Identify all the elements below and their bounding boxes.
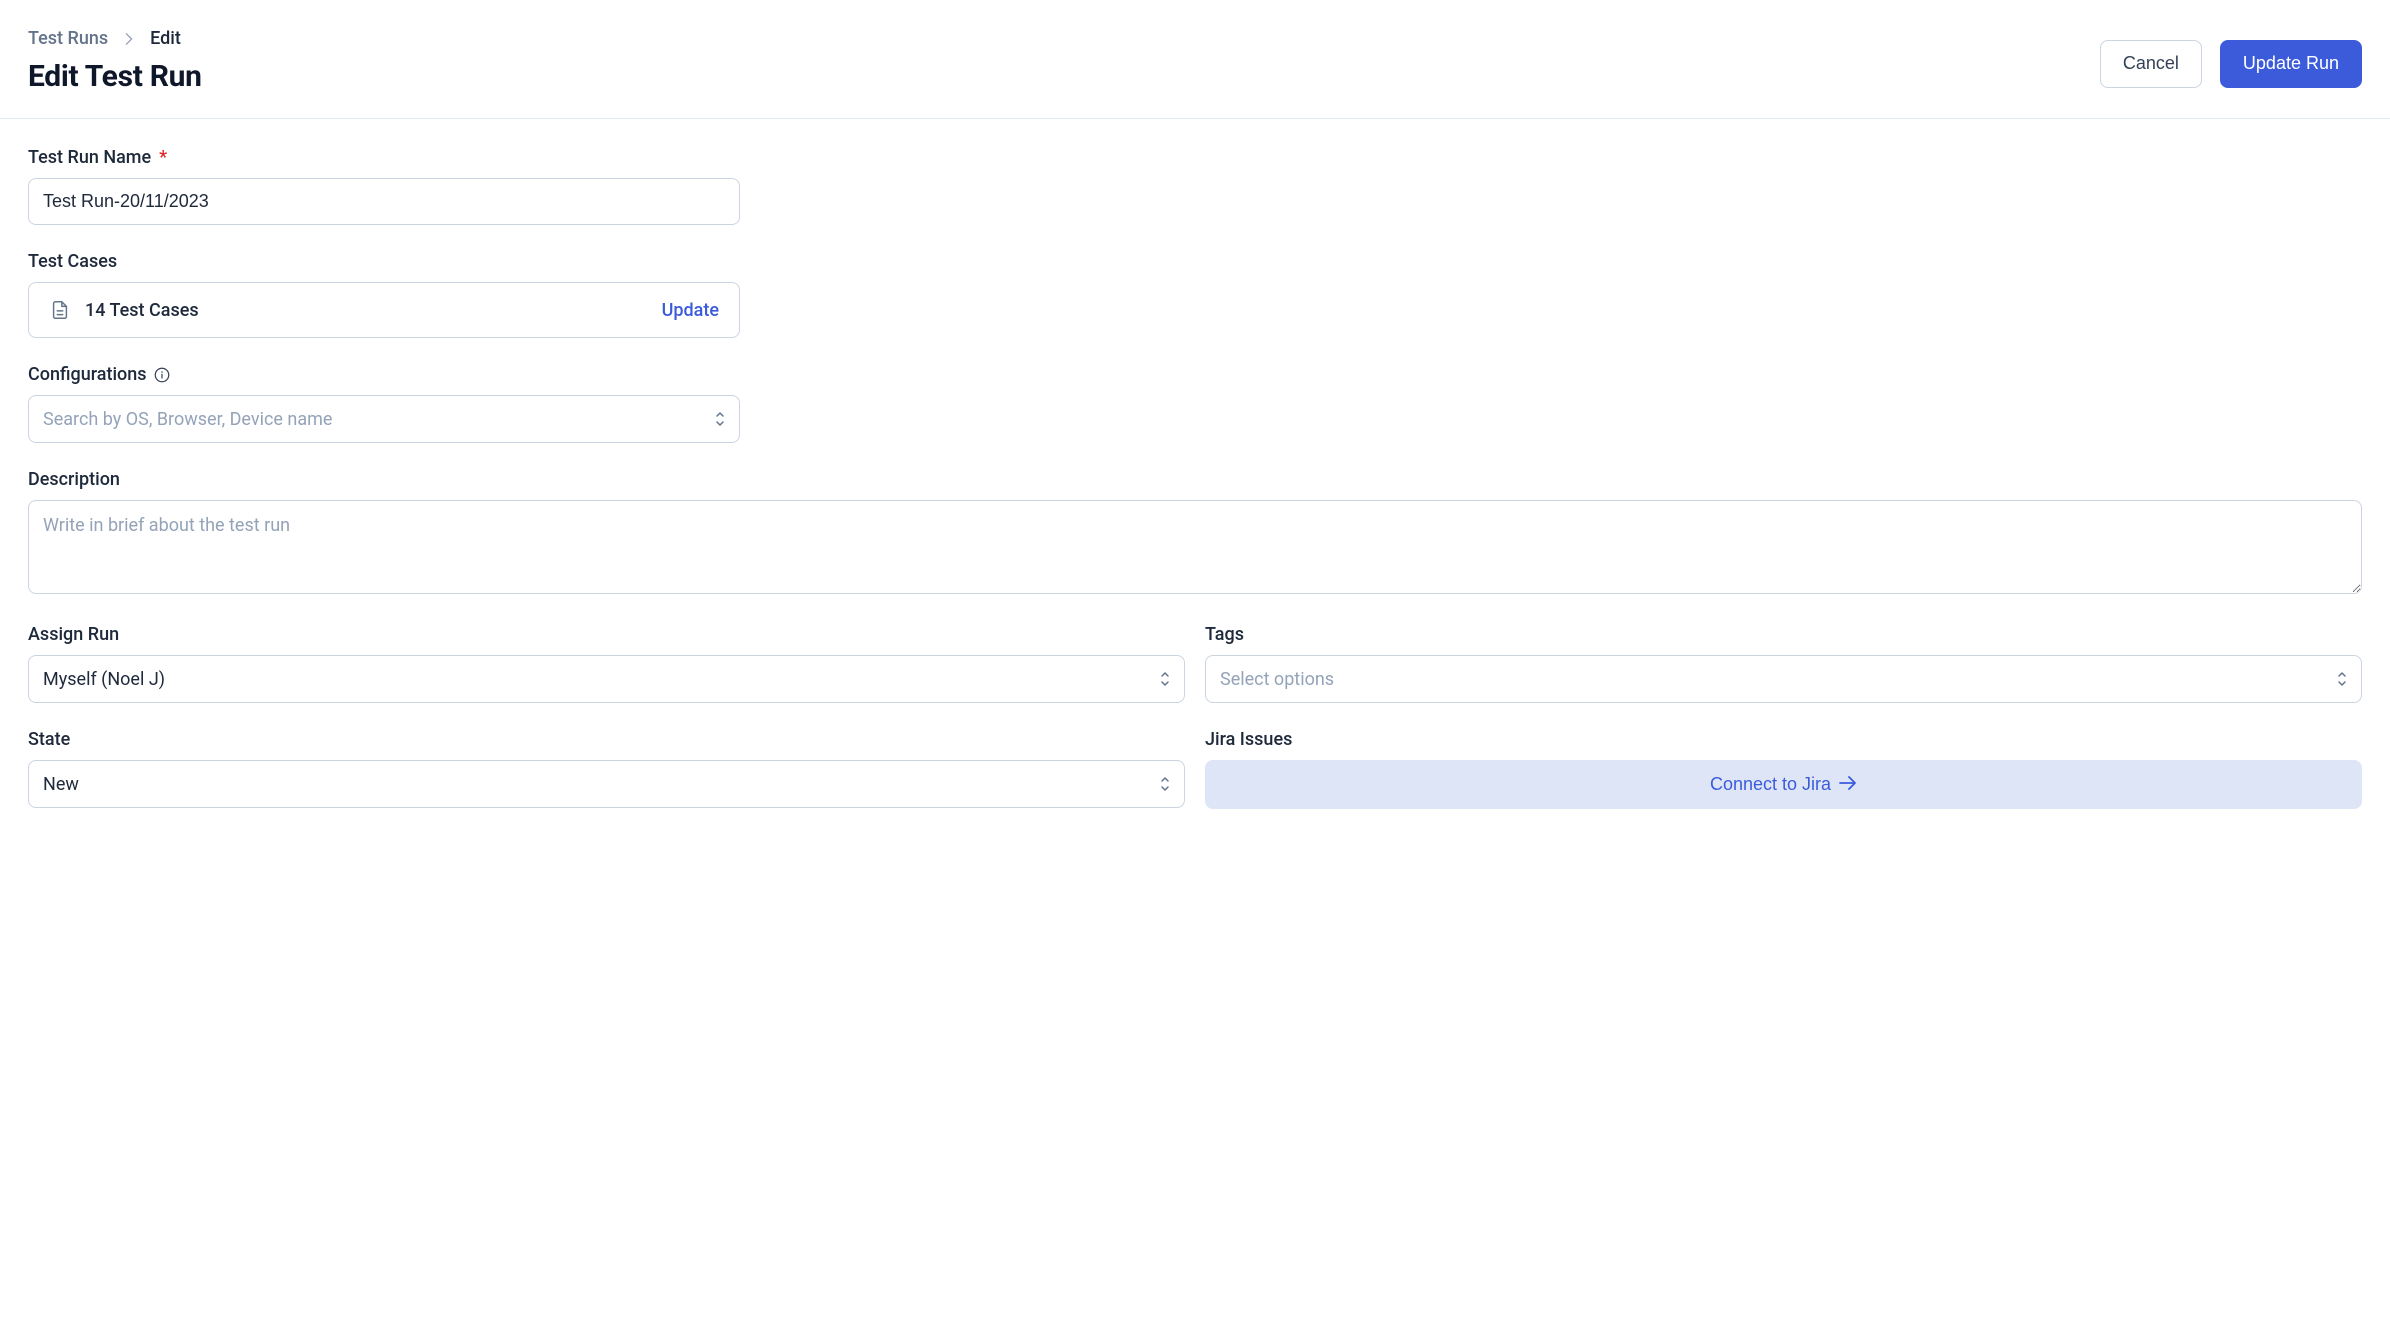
- field-description: Description: [28, 469, 2362, 598]
- arrow-right-icon: [1839, 774, 1857, 795]
- test-run-name-input[interactable]: [28, 178, 740, 225]
- update-run-button[interactable]: Update Run: [2220, 40, 2362, 88]
- label-test-cases: Test Cases: [28, 251, 2362, 272]
- label-state: State: [28, 729, 1185, 750]
- row-state-jira: State New Jira Issues Connect to Jira: [28, 729, 2362, 835]
- configurations-select[interactable]: Search by OS, Browser, Device name: [28, 395, 740, 443]
- header-actions: Cancel Update Run: [2100, 28, 2362, 88]
- test-cases-count: 14 Test Cases: [85, 300, 199, 321]
- label-description: Description: [28, 469, 2362, 490]
- state-select[interactable]: New: [28, 760, 1185, 808]
- cancel-button[interactable]: Cancel: [2100, 40, 2202, 88]
- connect-to-jira-text: Connect to Jira: [1710, 774, 1831, 795]
- assign-run-select[interactable]: Myself (Noel J): [28, 655, 1185, 703]
- breadcrumb-current: Edit: [150, 28, 181, 49]
- tags-select[interactable]: Select options: [1205, 655, 2362, 703]
- info-icon[interactable]: [153, 366, 171, 384]
- field-test-cases: Test Cases 14 Test Cases Update: [28, 251, 2362, 338]
- connect-to-jira-button[interactable]: Connect to Jira: [1205, 760, 2362, 809]
- state-display: New: [28, 760, 1185, 808]
- assign-run-display: Myself (Noel J): [28, 655, 1185, 703]
- row-assign-tags: Assign Run Myself (Noel J) Tags Select o…: [28, 624, 2362, 729]
- breadcrumb-root[interactable]: Test Runs: [28, 28, 108, 49]
- description-textarea[interactable]: [28, 500, 2362, 594]
- test-cases-left: 14 Test Cases: [49, 299, 199, 321]
- label-text: Test Run Name: [28, 147, 151, 168]
- field-assign-run: Assign Run Myself (Noel J): [28, 624, 1185, 703]
- label-tags: Tags: [1205, 624, 2362, 645]
- label-test-run-name: Test Run Name *: [28, 147, 2362, 168]
- label-text: Configurations: [28, 364, 147, 385]
- required-asterisk: *: [159, 147, 167, 168]
- header-left: Test Runs Edit Edit Test Run: [28, 28, 202, 94]
- document-icon: [49, 299, 71, 321]
- configurations-display: Search by OS, Browser, Device name: [28, 395, 740, 443]
- field-state: State New: [28, 729, 1185, 809]
- update-test-cases-link[interactable]: Update: [662, 300, 719, 321]
- field-configurations: Configurations Search by OS, Browser, De…: [28, 364, 2362, 443]
- page-title: Edit Test Run: [28, 59, 202, 94]
- test-cases-box: 14 Test Cases Update: [28, 282, 740, 338]
- label-configurations: Configurations: [28, 364, 2362, 385]
- tags-display: Select options: [1205, 655, 2362, 703]
- field-tags: Tags Select options: [1205, 624, 2362, 703]
- chevron-right-icon: [124, 33, 134, 45]
- breadcrumb: Test Runs Edit: [28, 28, 202, 49]
- label-jira-issues: Jira Issues: [1205, 729, 2362, 750]
- page-header: Test Runs Edit Edit Test Run Cancel Upda…: [0, 0, 2390, 119]
- label-assign-run: Assign Run: [28, 624, 1185, 645]
- field-jira-issues: Jira Issues Connect to Jira: [1205, 729, 2362, 809]
- form-content: Test Run Name * Test Cases 14 Test Cases …: [0, 119, 2390, 875]
- field-test-run-name: Test Run Name *: [28, 147, 2362, 225]
